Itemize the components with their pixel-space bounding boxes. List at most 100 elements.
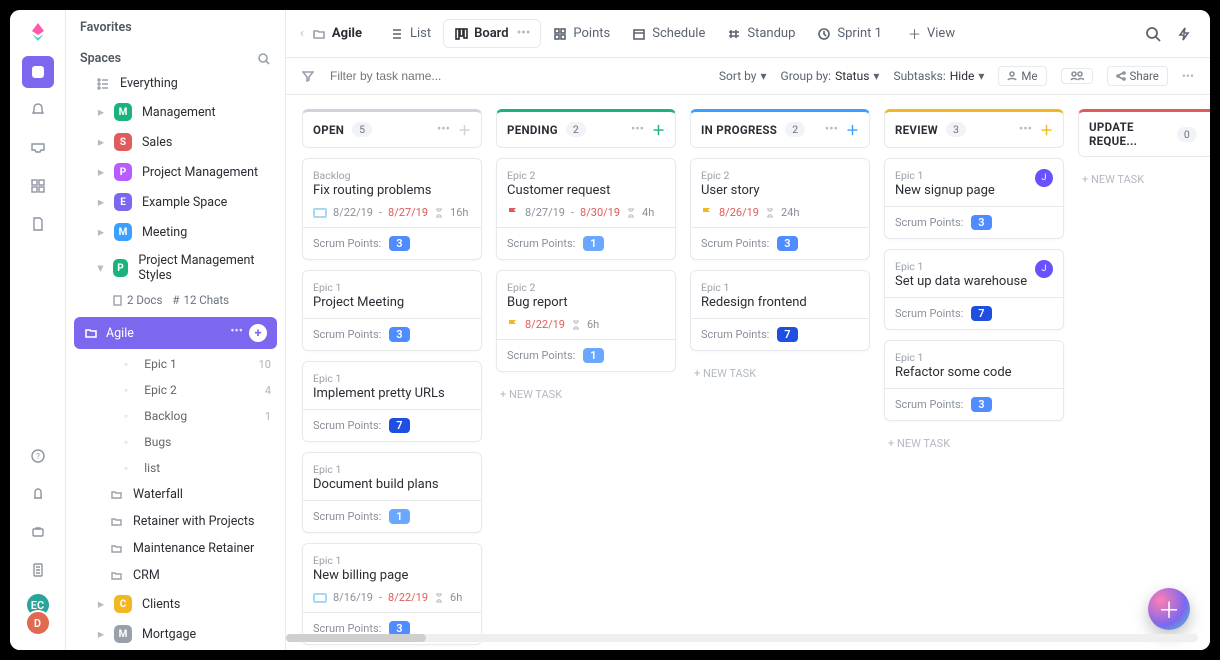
- list-item[interactable]: ◦ Backlog 1: [66, 403, 285, 429]
- filter-icon[interactable]: [302, 70, 314, 82]
- assignee-filter[interactable]: [1061, 68, 1093, 84]
- assignee-avatar[interactable]: J: [1035, 260, 1053, 278]
- add-card-icon[interactable]: ＋: [1040, 120, 1053, 139]
- space-label: Example Space: [142, 195, 227, 210]
- add-icon[interactable]: +: [249, 324, 267, 342]
- rail-notifications-icon[interactable]: [22, 94, 54, 126]
- folder-item[interactable]: Retainer with Projects: [66, 508, 285, 535]
- rail-notepad-icon[interactable]: [22, 554, 54, 586]
- space-item[interactable]: ▸ M Management: [66, 97, 285, 127]
- view-tab-schedule[interactable]: Schedule: [622, 20, 715, 47]
- docs-pill[interactable]: 2 Docs: [112, 293, 162, 307]
- folder-item[interactable]: Waterfall: [66, 481, 285, 508]
- lane-count: 2: [785, 122, 805, 137]
- lane-header[interactable]: UPDATE REQUE... 0 ••• ＋: [1078, 109, 1210, 157]
- more-icon[interactable]: •••: [517, 26, 531, 41]
- more-icon[interactable]: •••: [1182, 69, 1194, 83]
- add-space[interactable]: ＋ Add Space: [66, 649, 285, 650]
- view-tab-points[interactable]: Points: [543, 20, 620, 47]
- new-task-button[interactable]: + NEW TASK: [1078, 167, 1210, 192]
- rail-goals-icon[interactable]: [22, 478, 54, 510]
- add-card-icon[interactable]: ＋: [652, 120, 665, 139]
- rail-avatars[interactable]: EC D: [25, 592, 51, 636]
- task-card[interactable]: Epic 1 Project Meeting Scrum Points: 3: [302, 270, 482, 351]
- task-card[interactable]: Epic 1 New signup page J Scrum Points: 3: [884, 158, 1064, 239]
- share-button[interactable]: Share: [1107, 66, 1168, 86]
- new-task-button[interactable]: + NEW TASK: [884, 431, 1064, 456]
- space-item[interactable]: ▸ M Meeting: [66, 217, 285, 247]
- list-item[interactable]: ◦ list: [66, 455, 285, 481]
- space-item[interactable]: ▸ S Sales: [66, 127, 285, 157]
- sort-by[interactable]: Sort by ▾: [719, 69, 767, 83]
- collapse-sidebar-icon[interactable]: ‹: [300, 26, 304, 41]
- group-by[interactable]: Group by: Status ▾: [781, 69, 880, 83]
- app-logo[interactable]: [24, 18, 52, 46]
- rail-help-icon[interactable]: ?: [22, 440, 54, 472]
- rail-tasks-icon[interactable]: [22, 56, 54, 88]
- view-tab-board[interactable]: Board •••: [443, 19, 541, 48]
- search-icon[interactable]: [1140, 21, 1166, 47]
- rail-docs-icon[interactable]: [22, 208, 54, 240]
- rail-inbox-icon[interactable]: [22, 132, 54, 164]
- everything-item[interactable]: Everything: [66, 70, 285, 97]
- scrum-points-badge: 3: [777, 236, 797, 251]
- view-tab-list[interactable]: List: [380, 20, 441, 47]
- task-card[interactable]: Epic 2 User story 8/26/1924h Scrum Point…: [690, 158, 870, 260]
- task-card[interactable]: Epic 1 Set up data warehouse J Scrum Poi…: [884, 249, 1064, 330]
- task-card[interactable]: Epic 2 Customer request 8/27/19-8/30/194…: [496, 158, 676, 260]
- list-item[interactable]: ◦ Epic 1 10: [66, 351, 285, 377]
- more-icon[interactable]: •••: [825, 122, 838, 137]
- scrum-points-row: Scrum Points: 3: [691, 227, 869, 251]
- hourglass-icon: [765, 208, 775, 218]
- rail-work-icon[interactable]: [22, 516, 54, 548]
- lane-header[interactable]: OPEN 5 ••• ＋: [302, 109, 482, 148]
- chats-pill[interactable]: #12 Chats: [172, 293, 229, 307]
- task-card[interactable]: Epic 1 Document build plans Scrum Points…: [302, 452, 482, 533]
- lane-header[interactable]: PENDING 2 ••• ＋: [496, 109, 676, 148]
- view-tab-standup[interactable]: Standup: [717, 20, 805, 47]
- new-task-button[interactable]: + NEW TASK: [496, 382, 676, 407]
- rail-dashboards-icon[interactable]: [22, 170, 54, 202]
- folder-item[interactable]: CRM: [66, 562, 285, 589]
- fab-new-task[interactable]: ＋: [1148, 588, 1190, 630]
- assignee-avatar[interactable]: J: [1035, 169, 1053, 187]
- active-list-agile[interactable]: Agile ••• +: [74, 317, 277, 349]
- subtasks-toggle[interactable]: Subtasks: Hide ▾: [893, 69, 984, 83]
- breadcrumb[interactable]: Agile: [312, 26, 362, 41]
- me-filter[interactable]: Me: [998, 66, 1046, 86]
- more-icon[interactable]: •••: [230, 324, 243, 342]
- space-pms[interactable]: ▾ P Project Management Styles: [66, 247, 285, 289]
- space-item[interactable]: ▸ C Clients: [66, 589, 285, 619]
- add-card-icon[interactable]: ＋: [458, 120, 471, 139]
- task-card[interactable]: Epic 1 Implement pretty URLs Scrum Point…: [302, 361, 482, 442]
- bolt-icon[interactable]: [1172, 22, 1196, 46]
- folder-item[interactable]: Maintenance Retainer: [66, 535, 285, 562]
- space-item[interactable]: ▸ E Example Space: [66, 187, 285, 217]
- new-task-button[interactable]: + NEW TASK: [690, 361, 870, 386]
- task-card[interactable]: Epic 1 Redesign frontend Scrum Points: 7: [690, 270, 870, 351]
- folder-icon: [312, 27, 326, 41]
- horizontal-scrollbar[interactable]: [286, 634, 1198, 642]
- task-card[interactable]: Epic 2 Bug report 8/22/196h Scrum Points…: [496, 270, 676, 372]
- search-icon[interactable]: [257, 52, 271, 66]
- lane-header[interactable]: REVIEW 3 ••• ＋: [884, 109, 1064, 148]
- list-item[interactable]: ◦ Bugs: [66, 429, 285, 455]
- space-item[interactable]: ▸ P Project Management: [66, 157, 285, 187]
- scrum-points-row: Scrum Points: 1: [497, 339, 675, 363]
- task-card[interactable]: Epic 1 Refactor some code Scrum Points: …: [884, 340, 1064, 421]
- filter-input[interactable]: [328, 68, 488, 84]
- favorites-header[interactable]: Favorites: [66, 10, 285, 41]
- more-icon[interactable]: •••: [631, 122, 644, 137]
- list-item[interactable]: ◦ Epic 2 4: [66, 377, 285, 403]
- view-tab-sprint 1[interactable]: Sprint 1: [807, 20, 892, 47]
- avatar[interactable]: D: [25, 610, 51, 636]
- add-view[interactable]: ＋ View: [898, 18, 965, 49]
- space-item[interactable]: ▸ M Mortgage: [66, 619, 285, 649]
- task-card[interactable]: Backlog Fix routing problems 8/22/19-8/2…: [302, 158, 482, 260]
- more-icon[interactable]: •••: [437, 122, 450, 137]
- space-label: Project Management Styles: [138, 253, 271, 283]
- more-icon[interactable]: •••: [1019, 122, 1032, 137]
- lane-header[interactable]: IN PROGRESS 2 ••• ＋: [690, 109, 870, 148]
- add-card-icon[interactable]: ＋: [846, 120, 859, 139]
- task-card[interactable]: Epic 1 New billing page 8/16/19-8/22/196…: [302, 543, 482, 645]
